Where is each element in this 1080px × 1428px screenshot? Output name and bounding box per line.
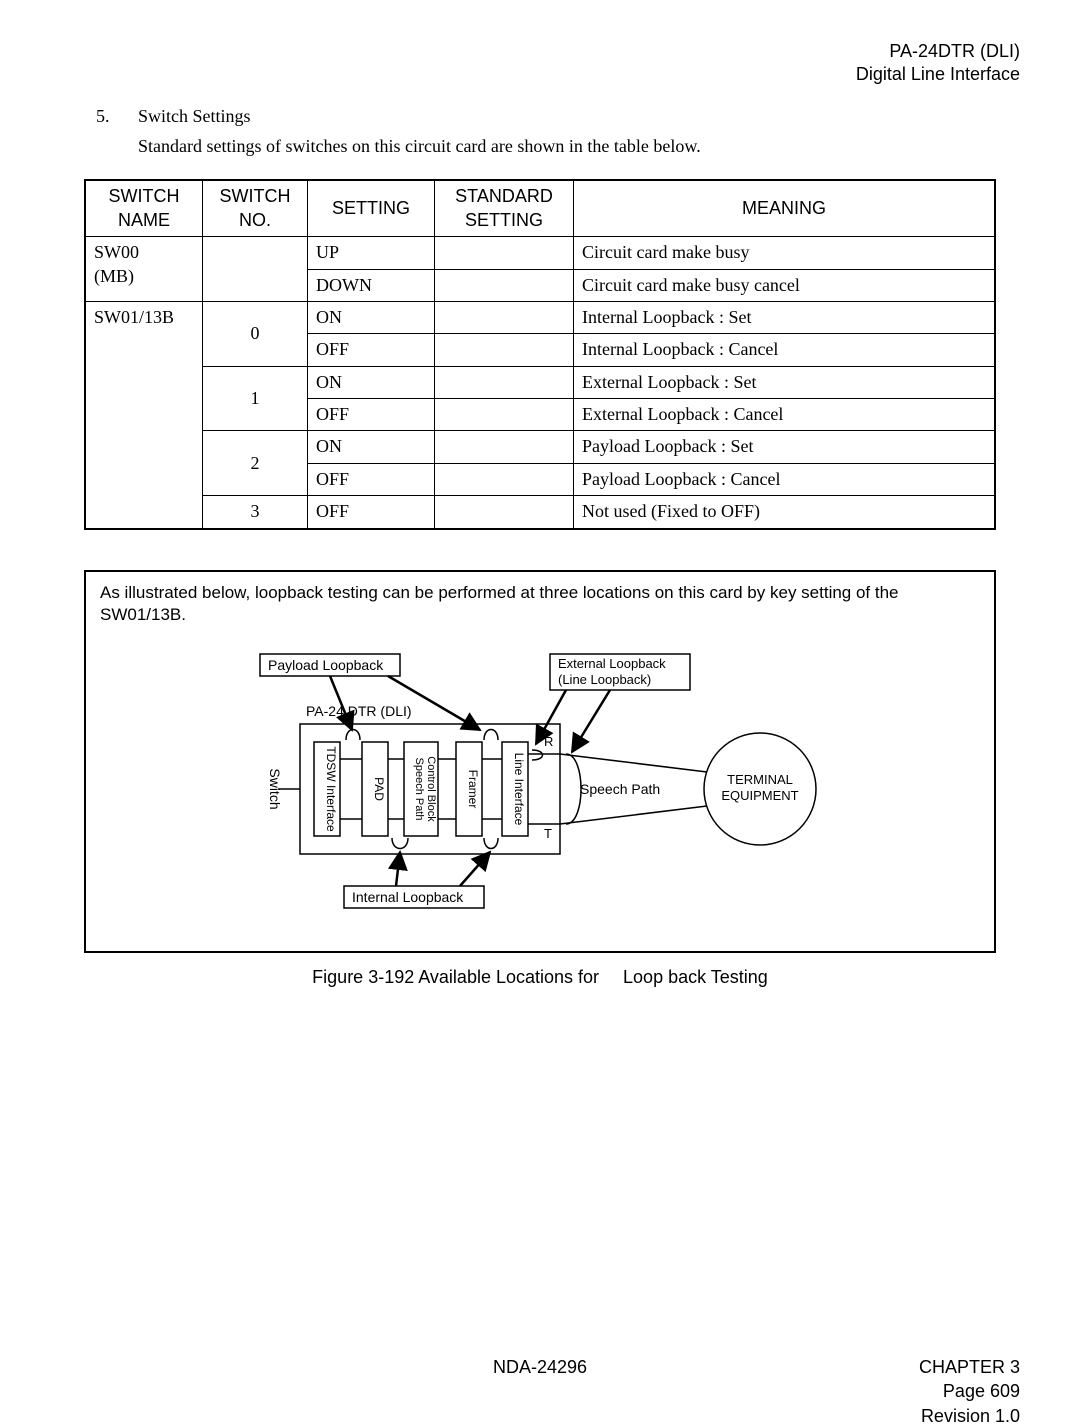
cell-switch-name: SW01/13B [85,301,203,528]
label-t: T [544,826,552,841]
label-line-if: Line Interface [512,752,526,825]
header-line2: Digital Line Interface [60,63,1020,86]
cell-meaning: Not used (Fixed to OFF) [574,496,996,529]
label-payload-loopback: Payload Loopback [268,657,384,673]
cell-switch-no: 0 [203,301,308,366]
figure-intro: As illustrated below, loopback testing c… [100,582,980,626]
cell-setting: OFF [308,463,435,495]
cell-meaning: Circuit card make busy cancel [574,269,996,301]
footer-chapter: CHAPTER 3 [919,1355,1020,1379]
cell-switch-name: SW00(MB) [85,237,203,302]
cell-meaning: External Loopback : Cancel [574,399,996,431]
cell-setting: ON [308,431,435,463]
cell-meaning: External Loopback : Set [574,366,996,398]
label-terminal-l2: EQUIPMENT [721,788,798,803]
header-line1: PA-24DTR (DLI) [60,40,1020,63]
section-heading: 5. Switch Settings [96,105,1020,128]
cell-meaning: Payload Loopback : Set [574,431,996,463]
th-switch-no: SWITCH NO. [203,180,308,236]
label-framer: Framer [466,770,480,809]
section-intro: Standard settings of switches on this ci… [138,134,1020,159]
cell-setting: ON [308,301,435,333]
cell-setting: ON [308,366,435,398]
table-row: 1 ON External Loopback : Set [85,366,995,398]
switch-settings-table: SWITCH NAME SWITCH NO. SETTING STANDARD … [84,179,996,529]
cell-meaning: Circuit card make busy [574,237,996,269]
label-internal-loopback: Internal Loopback [352,889,464,905]
figure-caption-right: Loop back Testing [623,967,768,987]
label-external-loopback-l2: (Line Loopback) [558,672,651,687]
cell-switch-no [203,237,308,302]
label-tdsw: TDSW Interface [324,746,338,832]
label-speech-path: Speech Path [580,781,660,797]
table-row: SW00(MB) UP Circuit card make busy [85,237,995,269]
cell-std [435,399,574,431]
cell-meaning: Internal Loopback : Cancel [574,334,996,366]
cell-std [435,496,574,529]
cell-setting: OFF [308,334,435,366]
cell-switch-no: 2 [203,431,308,496]
cell-std [435,366,574,398]
cell-switch-no: 1 [203,366,308,431]
cell-std [435,301,574,333]
figure-caption-left: Figure 3-192 Available Locations for [312,967,599,987]
label-spcb-l1: Speech Path [413,757,425,820]
label-spcb-l2: Control Block [425,756,437,822]
table-row: 3 OFF Not used (Fixed to OFF) [85,496,995,529]
cell-setting: OFF [308,399,435,431]
section-title: Switch Settings [138,105,251,128]
cell-setting: DOWN [308,269,435,301]
cell-std [435,269,574,301]
th-switch-name: SWITCH NAME [85,180,203,236]
page: PA-24DTR (DLI) Digital Line Interface 5.… [0,0,1080,1397]
cell-std [435,463,574,495]
cell-std [435,431,574,463]
label-pad: PAD [372,777,386,801]
cell-setting: UP [308,237,435,269]
cell-switch-no: 3 [203,496,308,529]
cell-std [435,237,574,269]
th-std-setting: STANDARD SETTING [435,180,574,236]
footer-rev: Revision 1.0 [919,1404,1020,1428]
page-header: PA-24DTR (DLI) Digital Line Interface [60,40,1020,87]
footer-page: Page 609 [919,1379,1020,1403]
label-external-loopback-l1: External Loopback [558,656,666,671]
th-meaning: MEANING [574,180,996,236]
figure-caption: Figure 3-192 Available Locations for Loop… [60,967,1020,988]
label-card-title: PA-24 DTR (DLI) [306,703,412,719]
table-row: 2 ON Payload Loopback : Set [85,431,995,463]
figure-box: As illustrated below, loopback testing c… [84,570,996,953]
cell-std [435,334,574,366]
cell-meaning: Internal Loopback : Set [574,301,996,333]
cell-meaning: Payload Loopback : Cancel [574,463,996,495]
footer-doc-no: NDA-24296 [60,1355,1020,1379]
table-row: SW01/13B 0 ON Internal Loopback : Set [85,301,995,333]
figure-diagram: Payload Loopback External Loopback (Line… [100,634,980,939]
label-terminal-l1: TERMINAL [727,772,793,787]
th-setting: SETTING [308,180,435,236]
cell-setting: OFF [308,496,435,529]
label-r: R [544,734,553,749]
section-number: 5. [96,105,138,128]
